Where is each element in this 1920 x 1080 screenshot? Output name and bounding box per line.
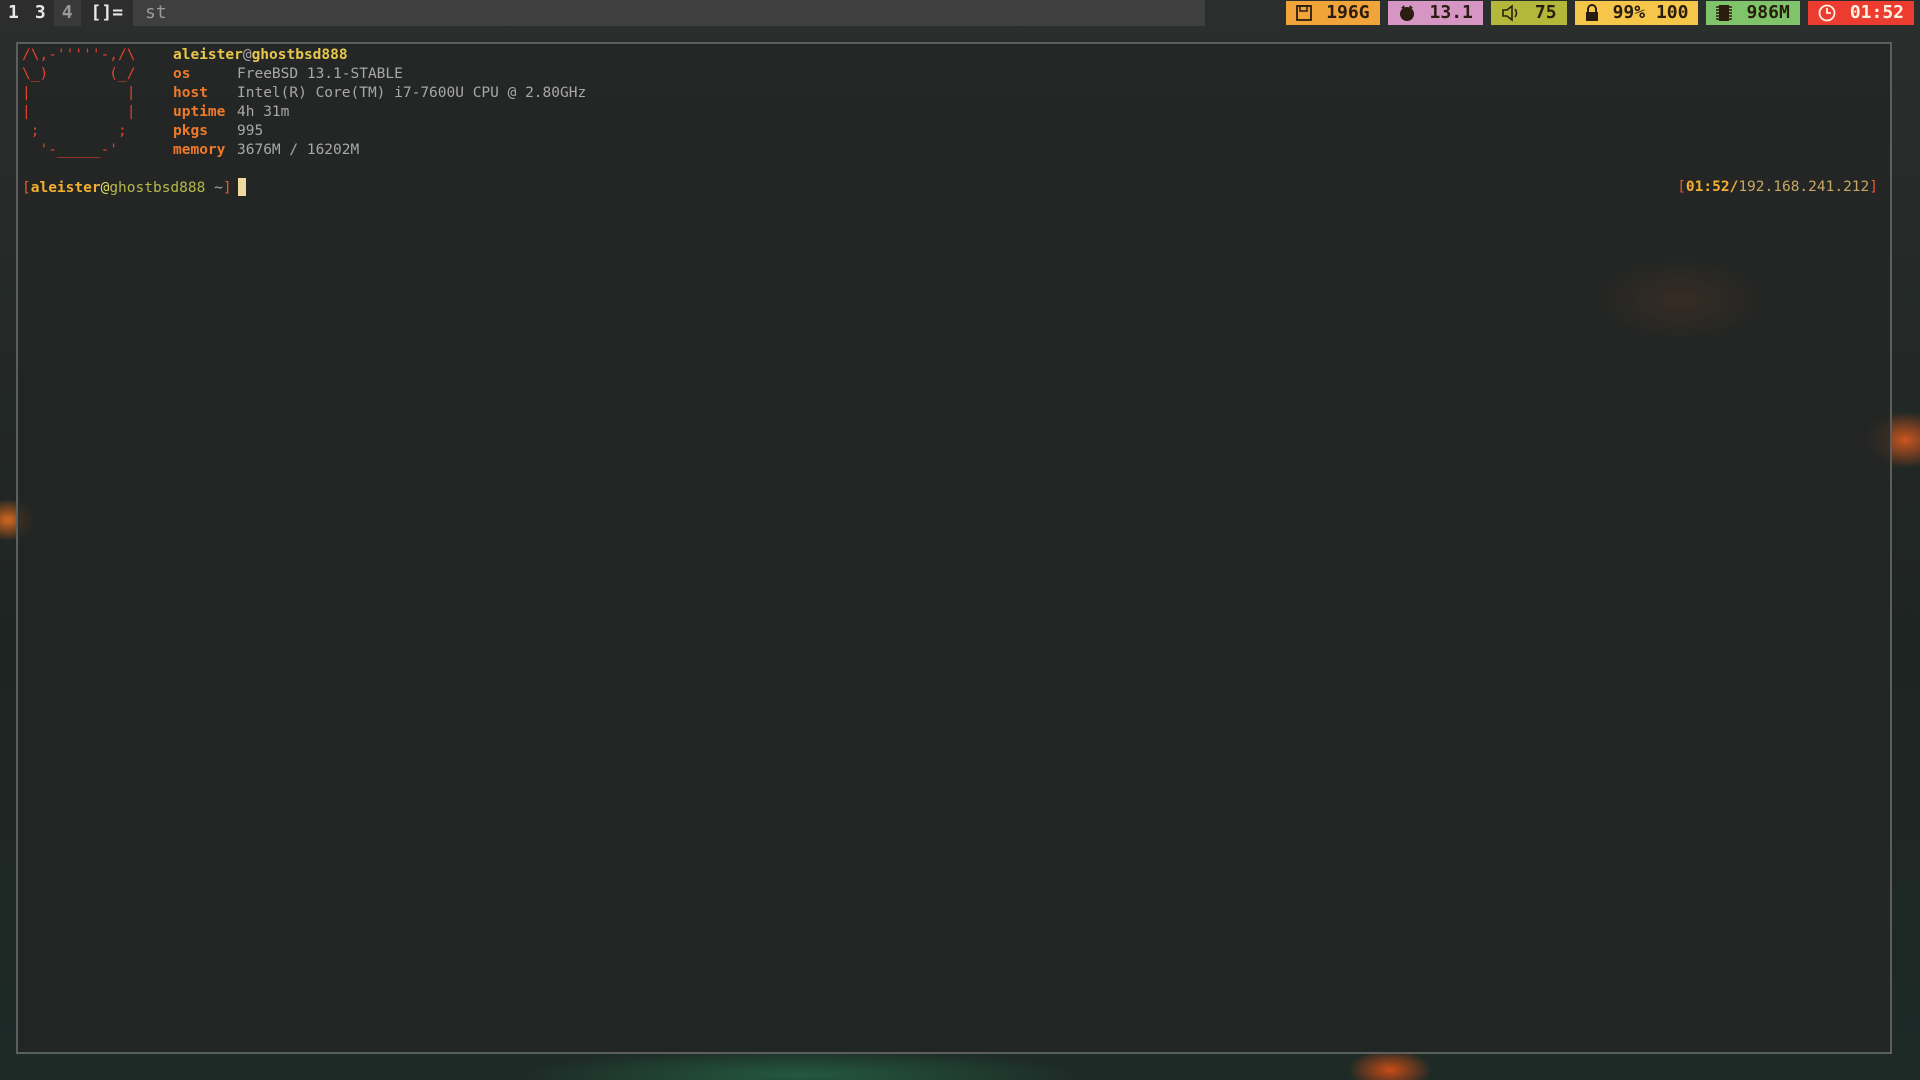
fetch-row-pkgs: pkgs 995 [173,122,263,141]
status-bar: 1 3 4 []= st 196G 13.1 75 99% 100 986M 0… [0,0,1920,26]
battery-lock-icon [1585,4,1599,22]
prompt-close-bracket: ] [222,180,232,196]
fetch-label: uptime [173,104,226,120]
ascii-logo-line: | | [22,85,136,101]
volume-value: 75 [1534,2,1557,23]
fetch-at: @ [242,47,252,63]
memory-status: 986M [1706,1,1800,25]
right-prompt: [01:52/192.168.241.212] [1677,178,1878,197]
tag-4[interactable]: 4 [53,0,81,26]
cpu-status: 13.1 [1387,1,1483,25]
disk-status: 196G [1286,1,1380,25]
fetch-host: ghostbsd888 [251,47,348,63]
cpu-icon [1398,4,1416,22]
rprompt-ip: 192.168.241.212 [1738,179,1870,195]
battery-status: 99% 100 [1574,1,1699,25]
terminal-window[interactable]: /\,-'''''-,/\ \_) (_/ | | | | ; ; '-____… [16,42,1892,1054]
clock-value: 01:52 [1849,2,1904,23]
memory-icon [1716,4,1733,22]
rprompt-separator: / [1729,179,1739,195]
prompt-user: aleister [30,180,101,196]
tag-3[interactable]: 3 [26,0,54,26]
cpu-value: 13.1 [1429,2,1473,23]
fetch-label: pkgs [173,123,208,139]
disk-icon [1296,5,1313,21]
clock-icon [1818,4,1836,22]
fetch-value: 4h 31m [237,104,290,120]
rprompt-time: 01:52 [1685,179,1730,195]
ascii-logo-line: | | [22,104,136,120]
ascii-logo-line: ; ; [22,123,127,139]
prompt-at: @ [100,180,110,196]
layout-indicator[interactable]: []= [80,0,134,26]
speaker-icon [1501,4,1521,22]
disk-value: 196G [1326,2,1370,23]
tag-1[interactable]: 1 [0,0,27,26]
fetch-row-uptime: uptime 4h 31m [173,103,289,122]
ascii-logo-line: \_) (_/ [22,66,136,82]
fetch-value: FreeBSD 13.1-STABLE [237,66,403,82]
prompt-host: ghostbsd888 [109,180,206,196]
fetch-user: aleister [173,47,243,63]
text-cursor [237,178,246,196]
ascii-logo-line: '-_____-' [22,142,119,158]
fetch-value: Intel(R) Core(TM) i7-7600U CPU @ 2.80GHz [237,85,587,101]
battery-value: 99% 100 [1612,2,1689,23]
fetch-value: 995 [237,123,264,139]
fetch-value: 3676M / 16202M [237,142,360,158]
memory-value: 986M [1746,2,1790,23]
clock-status: 01:52 [1807,1,1914,25]
fetch-row-memory: memory 3676M / 16202M [173,141,359,160]
volume-status[interactable]: 75 [1490,1,1567,25]
shell-prompt[interactable]: [aleister@ghostbsd888 ~] [22,178,246,197]
ascii-logo-line: /\,-'''''-,/\ [22,47,136,63]
fetch-label: host [173,85,208,101]
prompt-dir: ~ [205,180,223,196]
fetch-label: os [173,66,191,82]
fetch-label: memory [173,142,226,158]
prompt-open-bracket: [ [22,180,31,196]
fetch-title: aleister@ghostbsd888 [173,46,348,65]
window-title: st [133,0,1206,26]
status-blocks: 196G 13.1 75 99% 100 986M 01:52 [1278,0,1914,26]
fetch-row-host: host Intel(R) Core(TM) i7-7600U CPU @ 2.8… [173,84,586,103]
fetch-row-os: os FreeBSD 13.1-STABLE [173,65,403,84]
rprompt-close-bracket: ] [1869,179,1878,195]
rprompt-open-bracket: [ [1677,179,1686,195]
